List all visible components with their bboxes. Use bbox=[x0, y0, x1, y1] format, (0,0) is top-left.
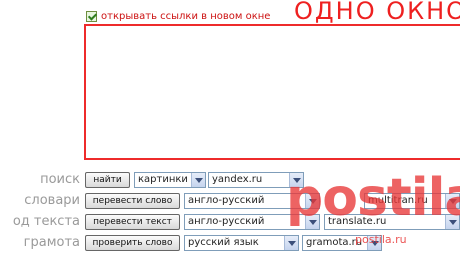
search-engine-value: yandex.ru bbox=[212, 174, 263, 185]
result-frame bbox=[84, 24, 460, 160]
chevron-down-icon[interactable] bbox=[191, 173, 205, 187]
new-window-option[interactable]: открывать ссылки в новом окне bbox=[86, 9, 270, 23]
search-type-select[interactable]: картинки bbox=[134, 172, 206, 188]
dictionary-direction-value: англо-русский bbox=[188, 195, 265, 206]
watermark-site: postila.ru bbox=[355, 233, 407, 246]
new-window-checkbox[interactable] bbox=[86, 10, 97, 22]
gramota-label: грамота bbox=[23, 235, 80, 250]
page-title: ОДНО ОКНО bbox=[294, 0, 460, 25]
new-window-checkbox-label: открывать ссылки в новом окне bbox=[101, 10, 271, 22]
gramota-service-value: gramota.ru bbox=[306, 237, 363, 248]
translate-text-button[interactable]: перевести текст bbox=[85, 214, 180, 230]
gramota-language-value: русский язык bbox=[188, 237, 259, 248]
text-direction-value: англо-русский bbox=[188, 216, 265, 227]
search-type-value: картинки bbox=[138, 174, 188, 185]
search-button[interactable]: найти bbox=[85, 172, 130, 188]
dictionaries-label: словари bbox=[24, 193, 80, 208]
check-word-button[interactable]: проверить слово bbox=[85, 235, 180, 251]
text-translation-label: од текста bbox=[12, 214, 80, 229]
gramota-language-select[interactable]: русский язык bbox=[184, 235, 299, 251]
watermark-logo: postila bbox=[286, 168, 460, 228]
translate-word-button[interactable]: перевести слово bbox=[85, 193, 180, 209]
search-label: поиск bbox=[40, 172, 80, 187]
chevron-down-icon[interactable] bbox=[284, 236, 298, 250]
